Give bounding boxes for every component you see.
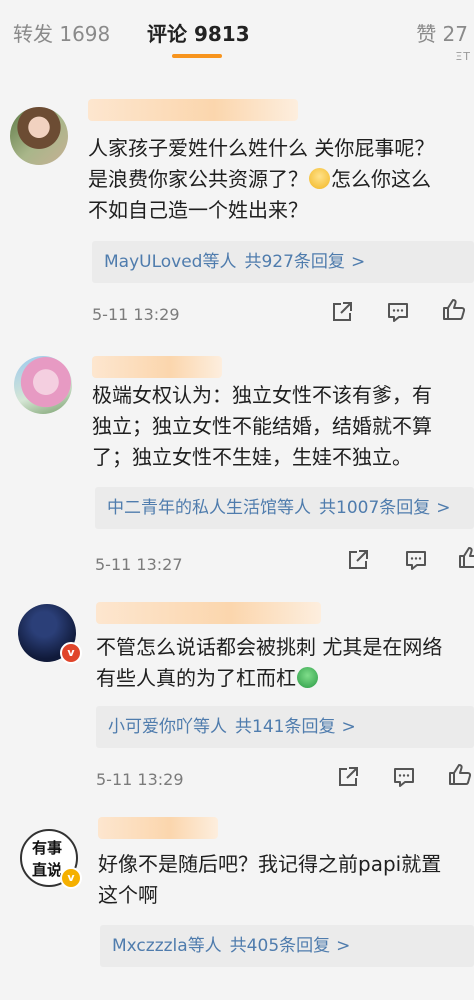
username-redacted[interactable]: [88, 99, 298, 121]
comment-text: 极端女权认为：独立女性不该有爹，有 独立；独立女性不能结婚，结婚就不算 了；独立…: [92, 380, 432, 473]
comment-text: 人家孩子爱姓什么姓什么 关你屁事呢？ 是浪费你家公共资源了？ 怎么你这么 不如自己…: [88, 133, 434, 226]
avatar-text: 直说: [32, 861, 63, 879]
reply-etc: 等人: [187, 936, 222, 956]
comment-line: 了；独立女性不生娃，生娃不独立。: [92, 445, 412, 469]
comment-line: 怎么你这么: [331, 167, 431, 191]
comment-line: 极端女权认为：独立女性不该有爹，有: [92, 383, 432, 407]
confused-face-emoji: [309, 168, 330, 189]
comment-text: 不管怎么说话都会被挑刺 尤其是在网络 有些人真的为了杠而杠: [96, 632, 442, 694]
reply-usernames[interactable]: 中二青年的私人生活馆: [107, 498, 277, 518]
reply-etc: 等人: [277, 498, 311, 518]
comment-line: 人家孩子爱姓什么姓什么 关你屁事呢？: [88, 136, 435, 160]
like-icon[interactable]: [448, 763, 472, 787]
reply-count[interactable]: 共1007条回复: [319, 498, 430, 518]
reply-usernames[interactable]: MayULoved: [104, 252, 202, 272]
verified-badge-icon: v: [60, 867, 82, 889]
comment-line: 不如自己造一个姓出来？: [88, 198, 308, 222]
comment-line: 有些人真的为了杠而杠: [96, 666, 296, 690]
username-redacted[interactable]: [92, 356, 222, 378]
comment-line: 这个啊: [98, 883, 158, 907]
reply-usernames[interactable]: 小可爱你吖: [108, 717, 193, 737]
username-redacted[interactable]: [98, 817, 218, 839]
chevron-right-icon: >: [436, 498, 451, 518]
like-icon[interactable]: [442, 298, 466, 322]
verified-badge-icon: v: [60, 642, 82, 664]
reply-count[interactable]: 共927条回复: [244, 252, 344, 272]
tab-likes[interactable]: 赞 27: [416, 18, 468, 47]
comment-line: 不管怎么说话都会被挑刺 尤其是在网络: [96, 635, 443, 659]
share-icon[interactable]: [330, 300, 354, 324]
sort-toggle[interactable]: ΞT: [455, 50, 471, 63]
avatar[interactable]: [10, 107, 68, 165]
chevron-right-icon: >: [350, 252, 366, 272]
comment-icon[interactable]: [386, 300, 410, 324]
replies-summary[interactable]: 小可爱你吖等人 共141条回复 >: [96, 706, 474, 748]
reply-etc: 等人: [193, 717, 227, 737]
like-icon[interactable]: [458, 546, 474, 570]
replies-summary[interactable]: 中二青年的私人生活馆等人 共1007条回复 >: [95, 487, 474, 529]
comment-tabs-bar: 转发 1698 评论 9813 赞 27 ΞT: [0, 0, 474, 66]
replies-summary[interactable]: MayULoved等人 共927条回复 >: [92, 241, 474, 283]
reply-usernames[interactable]: Mxczzzla: [112, 936, 188, 956]
comment-line: 好像不是随后吧？我记得之前papi就置: [98, 852, 442, 876]
share-icon[interactable]: [346, 548, 370, 572]
avatar-text: 有事: [32, 839, 63, 857]
reply-count[interactable]: 共405条回复: [230, 936, 330, 956]
replies-summary[interactable]: Mxczzzla等人 共405条回复 >: [100, 925, 474, 967]
chevron-right-icon: >: [336, 936, 351, 956]
active-tab-indicator: [172, 54, 222, 58]
comment-line: 是浪费你家公共资源了？: [88, 167, 308, 191]
share-icon[interactable]: [336, 765, 360, 789]
reply-count[interactable]: 共141条回复: [235, 717, 335, 737]
sick-face-emoji: [297, 667, 318, 688]
username-redacted[interactable]: [96, 602, 321, 624]
comment-icon[interactable]: [404, 548, 428, 572]
comment-time: 5-11 13:27: [95, 555, 183, 574]
comment-time: 5-11 13:29: [96, 770, 184, 789]
tab-repost[interactable]: 转发 1698: [13, 18, 110, 47]
comment-line: 独立；独立女性不能结婚，结婚就不算: [92, 414, 432, 438]
reply-etc: 等人: [202, 252, 237, 272]
comment-text: 好像不是随后吧？我记得之前papi就置 这个啊: [98, 849, 441, 911]
comment-icon[interactable]: [392, 765, 416, 789]
avatar[interactable]: [14, 356, 72, 414]
comment-time: 5-11 13:29: [92, 305, 180, 324]
chevron-right-icon: >: [341, 717, 356, 737]
